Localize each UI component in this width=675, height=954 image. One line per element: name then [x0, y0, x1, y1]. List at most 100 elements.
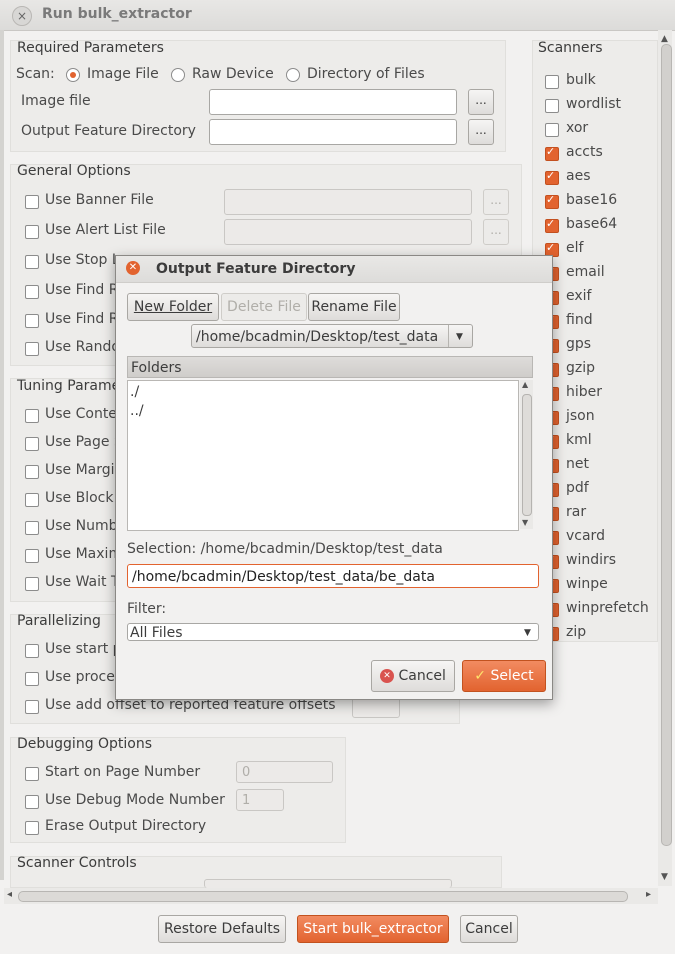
- image-file-browse-button[interactable]: ...: [468, 89, 494, 115]
- folder-item-parent[interactable]: ../: [130, 403, 144, 419]
- erase-output-directory-label[interactable]: Erase Output Directory: [45, 818, 206, 834]
- use-alert-list-label[interactable]: Use Alert List File: [45, 222, 166, 238]
- scanner-label-kml[interactable]: kml: [566, 432, 592, 448]
- dialog-close-icon[interactable]: ✕: [126, 261, 140, 275]
- scanner-label-xor[interactable]: xor: [566, 120, 588, 136]
- folders-column-header[interactable]: Folders: [127, 356, 533, 378]
- use-maximum-checkbox[interactable]: [25, 549, 39, 563]
- folders-scrollbar[interactable]: ▲ ▼: [520, 380, 533, 529]
- output-dir-browse-button[interactable]: ...: [468, 119, 494, 145]
- use-number-checkbox[interactable]: [25, 521, 39, 535]
- filter-combo[interactable]: All Files ▼: [127, 623, 539, 641]
- output-dir-input[interactable]: [209, 119, 457, 145]
- scanner-label-net[interactable]: net: [566, 456, 589, 472]
- use-find-regex-file-checkbox[interactable]: [25, 314, 39, 328]
- use-random-checkbox[interactable]: [25, 342, 39, 356]
- dialog-select-button[interactable]: ✓ Select: [462, 660, 546, 692]
- scanner-label-base64[interactable]: base64: [566, 216, 617, 232]
- scanner-label-exif[interactable]: exif: [566, 288, 591, 304]
- use-margin-checkbox[interactable]: [25, 465, 39, 479]
- scan-raw-device-label[interactable]: Raw Device: [192, 66, 274, 82]
- scanner-label-zip[interactable]: zip: [566, 624, 586, 640]
- bottom-cancel-button[interactable]: Cancel: [460, 915, 518, 943]
- use-debug-mode-label[interactable]: Use Debug Mode Number: [45, 792, 225, 808]
- dialog-cancel-button[interactable]: ✕ Cancel: [371, 660, 455, 692]
- scanner-checkbox-base16[interactable]: [545, 193, 559, 209]
- use-start-checkbox[interactable]: [25, 644, 39, 658]
- scroll-up-arrow-icon[interactable]: ▲: [661, 34, 668, 44]
- erase-output-directory-checkbox[interactable]: [25, 821, 39, 835]
- use-find-regex-file-label[interactable]: Use Find R: [45, 311, 118, 327]
- close-window-button[interactable]: ×: [12, 6, 32, 26]
- use-context-label[interactable]: Use Conte: [45, 406, 117, 422]
- scanner-label-gzip[interactable]: gzip: [566, 360, 595, 376]
- scanner-label-base16[interactable]: base16: [566, 192, 617, 208]
- scanner-label-accts[interactable]: accts: [566, 144, 603, 160]
- use-alert-list-checkbox[interactable]: [25, 225, 39, 239]
- use-block-label[interactable]: Use Block: [45, 490, 113, 506]
- use-process-label[interactable]: Use proce: [45, 669, 115, 685]
- scanner-checkbox-base64[interactable]: [545, 217, 559, 233]
- use-block-checkbox[interactable]: [25, 493, 39, 507]
- scanner-label-rar[interactable]: rar: [566, 504, 586, 520]
- scan-raw-device-radio[interactable]: [171, 68, 185, 82]
- scan-image-file-radio[interactable]: [66, 68, 80, 82]
- scanner-checkbox-bulk[interactable]: [545, 75, 559, 89]
- use-wait-checkbox[interactable]: [25, 577, 39, 591]
- scanner-label-windirs[interactable]: windirs: [566, 552, 616, 568]
- folders-scroll-thumb[interactable]: [522, 394, 532, 516]
- scroll-right-arrow-icon[interactable]: ▸: [646, 889, 651, 900]
- scanner-label-hiber[interactable]: hiber: [566, 384, 602, 400]
- use-context-checkbox[interactable]: [25, 409, 39, 423]
- use-find-regex-label[interactable]: Use Find R: [45, 282, 118, 298]
- scanner-label-json[interactable]: json: [566, 408, 595, 424]
- rename-file-button[interactable]: Rename File: [308, 293, 400, 321]
- folders-scroll-up-icon[interactable]: ▲: [522, 380, 528, 389]
- scanner-label-wordlist[interactable]: wordlist: [566, 96, 621, 112]
- scanner-label-winpe[interactable]: winpe: [566, 576, 608, 592]
- restore-defaults-button[interactable]: Restore Defaults: [158, 915, 286, 943]
- start-on-page-number-checkbox[interactable]: [25, 767, 39, 781]
- scanner-checkbox-accts[interactable]: [545, 145, 559, 161]
- use-margin-label[interactable]: Use Margir: [45, 462, 120, 478]
- use-stop-list-checkbox[interactable]: [25, 255, 39, 269]
- use-start-label[interactable]: Use start p: [45, 641, 122, 657]
- scroll-left-arrow-icon[interactable]: ◂: [7, 889, 12, 900]
- new-folder-button[interactable]: New Folder: [127, 293, 219, 321]
- start-on-page-number-label[interactable]: Start on Page Number: [45, 764, 200, 780]
- main-vertical-scrollbar[interactable]: ▲ ▼: [658, 30, 672, 886]
- scan-directory-radio[interactable]: [286, 68, 300, 82]
- scanner-label-pdf[interactable]: pdf: [566, 480, 589, 496]
- scanner-checkbox-aes[interactable]: [545, 169, 559, 185]
- folder-item-current[interactable]: ./: [130, 384, 139, 400]
- scanner-label-winprefetch[interactable]: winprefetch: [566, 600, 649, 616]
- scanner-label-bulk[interactable]: bulk: [566, 72, 596, 88]
- scroll-down-arrow-icon[interactable]: ▼: [661, 872, 668, 882]
- use-add-offset-checkbox[interactable]: [25, 700, 39, 714]
- scanner-label-gps[interactable]: gps: [566, 336, 591, 352]
- folders-scroll-down-icon[interactable]: ▼: [522, 518, 528, 527]
- path-combo[interactable]: /home/bcadmin/Desktop/test_data ▼: [191, 324, 473, 348]
- scanner-label-vcard[interactable]: vcard: [566, 528, 605, 544]
- scanner-label-elf[interactable]: elf: [566, 240, 583, 256]
- main-vertical-scroll-thumb[interactable]: [661, 44, 672, 846]
- use-banner-file-checkbox[interactable]: [25, 195, 39, 209]
- use-banner-file-label[interactable]: Use Banner File: [45, 192, 154, 208]
- use-find-regex-checkbox[interactable]: [25, 285, 39, 299]
- scan-directory-label[interactable]: Directory of Files: [307, 66, 425, 82]
- scanner-checkbox-wordlist[interactable]: [545, 99, 559, 113]
- use-number-label[interactable]: Use Numb: [45, 518, 117, 534]
- use-stop-list-label[interactable]: Use Stop L: [45, 252, 120, 268]
- start-bulk-extractor-button[interactable]: Start bulk_extractor: [297, 915, 449, 943]
- use-wait-label[interactable]: Use Wait T: [45, 574, 120, 590]
- use-process-checkbox[interactable]: [25, 672, 39, 686]
- selection-input[interactable]: /home/bcadmin/Desktop/test_data/be_data: [127, 564, 539, 588]
- main-horizontal-scroll-thumb[interactable]: [18, 891, 628, 902]
- use-debug-mode-checkbox[interactable]: [25, 795, 39, 809]
- scanner-label-aes[interactable]: aes: [566, 168, 591, 184]
- scan-image-file-label[interactable]: Image File: [87, 66, 159, 82]
- use-random-label[interactable]: Use Rando: [45, 339, 120, 355]
- use-maximum-label[interactable]: Use Maxim: [45, 546, 122, 562]
- scanner-label-find[interactable]: find: [566, 312, 593, 328]
- main-horizontal-scrollbar[interactable]: ◂ ▸: [4, 888, 658, 904]
